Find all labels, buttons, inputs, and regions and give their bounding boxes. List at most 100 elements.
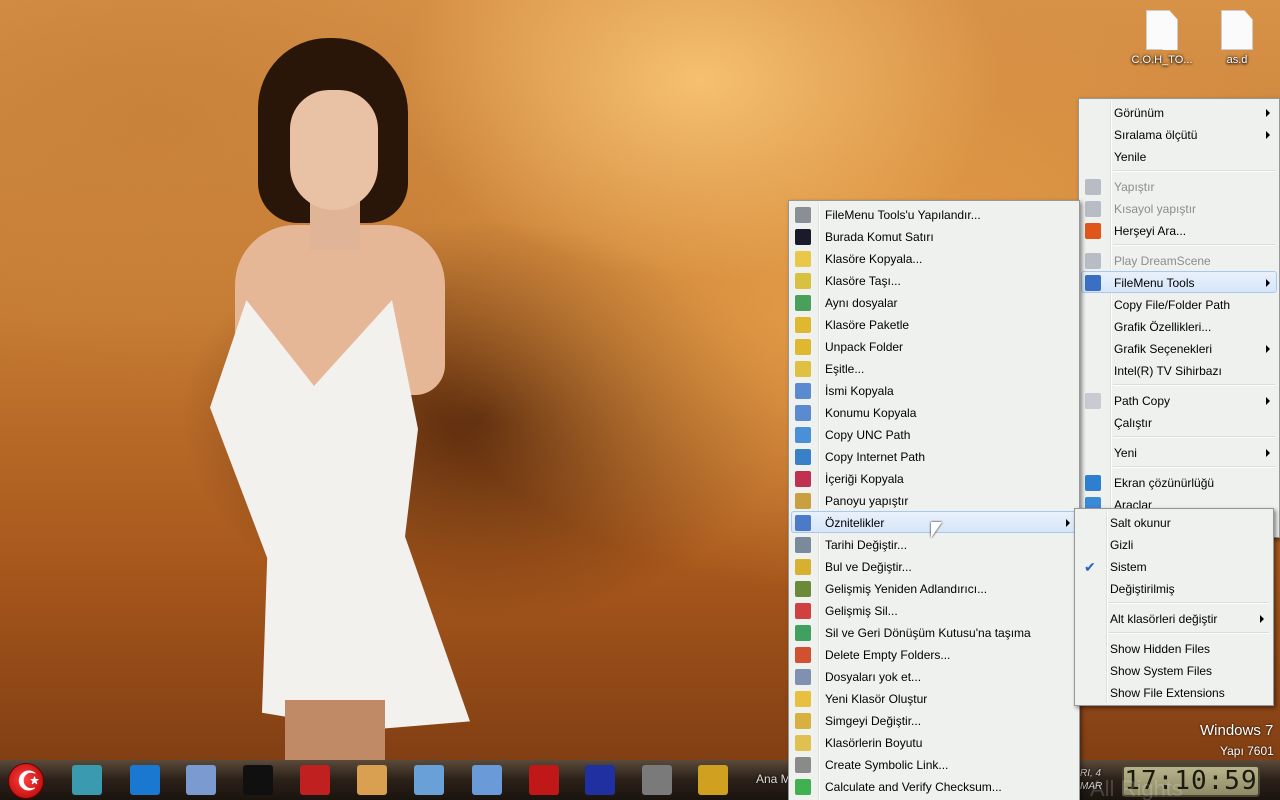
copy-content-icon — [795, 471, 811, 487]
submenu-arrow-icon — [1266, 345, 1270, 353]
menu-item-gizli[interactable]: Gizli — [1077, 533, 1271, 555]
taskbar-firewire-icon[interactable] — [72, 765, 102, 795]
menu-item-label: Grafik Seçenekleri — [1114, 342, 1213, 356]
menu-item-gelismis-yeniden-adlandirici[interactable]: Gelişmiş Yeniden Adlandırıcı... — [791, 577, 1077, 599]
desktop-icon-coh[interactable]: ↗ C.O.H_TO... — [1122, 10, 1202, 66]
menu-item-klasore-kopyala[interactable]: Klasöre Kopyala... — [791, 247, 1077, 269]
new-folder-icon — [795, 691, 811, 707]
menu-item-kisayol-yapistir[interactable]: Kısayol yapıştır — [1081, 197, 1277, 219]
menu-item-icerigi-kopyala[interactable]: İçeriği Kopyala — [791, 467, 1077, 489]
taskbar-weather-icon[interactable] — [698, 765, 728, 795]
menu-item-copy-file-folder-path[interactable]: Copy File/Folder Path — [1081, 293, 1277, 315]
menu-item-gelismis-sil[interactable]: Gelişmiş Sil... — [791, 599, 1077, 621]
menu-item-alt-klasorleri-degistir[interactable]: Alt klasörleri değiştir — [1077, 607, 1271, 629]
command-prompt-icon — [795, 229, 811, 245]
menu-item-ekran-cozunurlugu[interactable]: Ekran çözünürlüğü — [1081, 471, 1277, 493]
menu-item-gorunum[interactable]: Görünüm — [1081, 101, 1277, 123]
menu-item-burada-komut-satiri[interactable]: Burada Komut Satırı — [791, 225, 1077, 247]
change-date-icon — [795, 537, 811, 553]
menu-item-grafik-ozellikleri[interactable]: Grafik Özellikleri... — [1081, 315, 1277, 337]
shred-files-icon — [795, 669, 811, 685]
menu-item-show-hidden-files[interactable]: Show Hidden Files — [1077, 637, 1271, 659]
menu-item-label: Burada Komut Satırı — [825, 230, 934, 244]
taskbar-shf-game-icon[interactable] — [529, 765, 559, 795]
menu-item-copy-internet-path[interactable]: Copy Internet Path — [791, 445, 1077, 467]
menu-item-unpack-folder[interactable]: Unpack Folder — [791, 335, 1077, 357]
taskbar-notes-icon[interactable] — [357, 765, 387, 795]
menu-item-delete-empty-folders[interactable]: Delete Empty Folders... — [791, 643, 1077, 665]
taskbar-documents-icon[interactable] — [472, 765, 502, 795]
menu-item-klasorlerin-boyutu[interactable]: Klasörlerin Boyutu — [791, 731, 1077, 753]
menu-item-yeni[interactable]: Yeni — [1081, 441, 1277, 463]
menu-item-ayni-dosyalar[interactable]: Aynı dosyalar — [791, 291, 1077, 313]
menu-separator — [1081, 433, 1277, 441]
menu-item-label: Çalıştır — [1114, 416, 1153, 430]
menu-item-label: Grafik Özellikleri... — [1114, 320, 1212, 334]
submenu-arrow-icon — [1066, 519, 1070, 527]
watermark-build: Yapı 7601 — [1220, 744, 1274, 758]
menu-item-play-dreamscene[interactable]: Play DreamScene — [1081, 249, 1277, 271]
menu-item-label: Salt okunur — [1110, 516, 1171, 530]
menu-item-label: Eşitle... — [825, 362, 865, 376]
menu-item-create-symbolic-link[interactable]: Create Symbolic Link... — [791, 753, 1077, 775]
menu-item-label: FileMenu Tools'u Yapılandır... — [825, 208, 981, 222]
submenu-arrow-icon — [1266, 449, 1270, 457]
menu-item-klasore-tasi[interactable]: Klasöre Taşı... — [791, 269, 1077, 291]
menu-item-show-system-files[interactable]: Show System Files — [1077, 659, 1271, 681]
start-button[interactable]: ☪ — [8, 763, 44, 799]
menu-item-label: Sıralama ölçütü — [1114, 128, 1198, 142]
taskbar-notepad-icon[interactable] — [414, 765, 444, 795]
menu-item-sil-ve-geri-donusum-kutusu-na-tasima[interactable]: Sil ve Geri Dönüşüm Kutusu'na taşıma — [791, 621, 1077, 643]
menu-item-konumu-kopyala[interactable]: Konumu Kopyala — [791, 401, 1077, 423]
menu-item-grafik-secenekleri[interactable]: Grafik Seçenekleri — [1081, 337, 1277, 359]
path-copy-icon — [1085, 393, 1101, 409]
menu-item-simgeyi-degistir[interactable]: Simgeyi Değiştir... — [791, 709, 1077, 731]
menu-item-intel-r-tv-sihirbazi[interactable]: Intel(R) TV Sihirbazı — [1081, 359, 1277, 381]
menu-item-label: Show Hidden Files — [1110, 642, 1211, 656]
menu-item-siralama-olcutu[interactable]: Sıralama ölçütü — [1081, 123, 1277, 145]
copy-name-icon — [795, 383, 811, 399]
menu-item-label: Klasöre Taşı... — [825, 274, 901, 288]
menu-item-calistir[interactable]: Çalıştır — [1081, 411, 1277, 433]
menu-item-label: Unpack Folder — [825, 340, 904, 354]
menu-item-sistem[interactable]: ✔ Sistem — [1077, 555, 1271, 577]
menu-item-filemenu-tools-u-yapilandir[interactable]: FileMenu Tools'u Yapılandır... — [791, 203, 1077, 225]
file-icon — [1221, 10, 1253, 50]
menu-item-copy-unc-path[interactable]: Copy UNC Path — [791, 423, 1077, 445]
menu-item-yapistir[interactable]: Yapıştır — [1081, 175, 1277, 197]
menu-item-panoyu-yapistir[interactable]: Panoyu yapıştır — [791, 489, 1077, 511]
menu-item-klasore-paketle[interactable]: Klasöre Paketle — [791, 313, 1077, 335]
menu-item-yeni-klasor-olustur[interactable]: Yeni Klasör Oluştur — [791, 687, 1077, 709]
menu-item-label: İsmi Kopyala — [825, 384, 894, 398]
taskbar-battleship-icon[interactable] — [585, 765, 615, 795]
copy-unc-path-icon — [795, 427, 811, 443]
menu-item-herseyi-ara[interactable]: Herşeyi Ara... — [1081, 219, 1277, 241]
menu-item-label: Delete Empty Folders... — [825, 648, 951, 662]
menu-item-bul-ve-degistir[interactable]: Bul ve Değiştir... — [791, 555, 1077, 577]
menu-item-degistirilmis[interactable]: Değiştirilmiş — [1077, 577, 1271, 599]
menu-item-label: Bul ve Değiştir... — [825, 560, 912, 574]
desktop-context-menu: Görünüm Sıralama ölçütü Yenile Yapıştır Kısa… — [1078, 98, 1280, 538]
mouse-cursor — [931, 522, 942, 538]
taskbar-captain-hat-icon[interactable] — [642, 765, 672, 795]
menu-item-label: Show File Extensions — [1110, 686, 1225, 700]
menu-item-yenile[interactable]: Yenile — [1081, 145, 1277, 167]
menu-item-salt-okunur[interactable]: Salt okunur — [1077, 511, 1271, 533]
menu-item-label: Dosyaları yok et... — [825, 670, 922, 684]
desktop-icon-asd[interactable]: as.d — [1197, 10, 1277, 66]
taskbar-command-prompt-icon[interactable] — [243, 765, 273, 795]
menu-item-label: Ekran çözünürlüğü — [1114, 476, 1215, 490]
taskbar-control-panel-icon[interactable] — [186, 765, 216, 795]
menu-item-filemenu-tools[interactable]: FileMenu Tools — [1081, 271, 1277, 293]
menu-item-ismi-kopyala[interactable]: İsmi Kopyala — [791, 379, 1077, 401]
menu-item-show-file-extensions[interactable]: Show File Extensions — [1077, 681, 1271, 703]
filemenu-tools-submenu: FileMenu Tools'u Yapılandır... Burada Kom… — [788, 200, 1080, 800]
menu-item-label: Kısayol yapıştır — [1114, 202, 1197, 216]
menu-item-calculate-and-verify-checksum[interactable]: Calculate and Verify Checksum... — [791, 775, 1077, 797]
menu-item-esitle[interactable]: Eşitle... — [791, 357, 1077, 379]
wallpaper-hair — [258, 38, 408, 223]
menu-item-path-copy[interactable]: Path Copy — [1081, 389, 1277, 411]
menu-item-dosyalari-yok-et[interactable]: Dosyaları yok et... — [791, 665, 1077, 687]
taskbar-registry-icon[interactable] — [300, 765, 330, 795]
taskbar-windows-icon[interactable] — [130, 765, 160, 795]
